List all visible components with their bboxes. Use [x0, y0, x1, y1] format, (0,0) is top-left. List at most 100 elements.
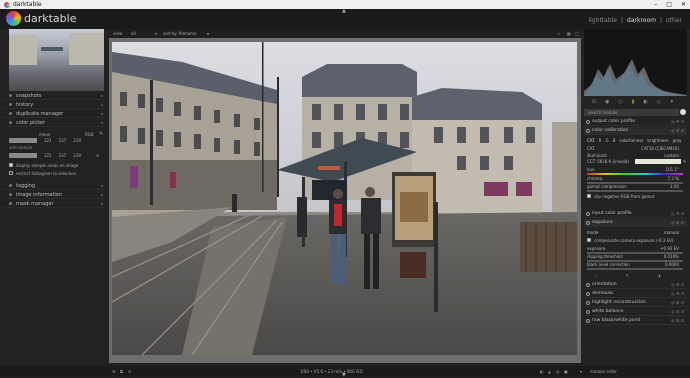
power-icon[interactable]: [586, 220, 590, 225]
compensate-option[interactable]: compensate camera exposure (-0.3 EV): [584, 238, 687, 243]
exposure-row[interactable]: exposure +0.92 EV: [584, 246, 687, 251]
collapse-top-icon[interactable]: ▲: [342, 8, 346, 14]
checkbox-icon[interactable]: [9, 171, 13, 175]
mask-off-icon[interactable]: ⬚: [594, 273, 598, 278]
tab-gray[interactable]: gray: [673, 138, 682, 143]
grid-icon[interactable]: ▦: [567, 31, 571, 36]
module-image-information[interactable]: image information ▸: [3, 191, 107, 199]
square-icon[interactable]: ▢: [575, 31, 579, 36]
module-actions-icon[interactable]: ◎ ☰ ↺: [671, 211, 684, 216]
picker-model[interactable]: RGB: [85, 132, 94, 137]
module-tagging[interactable]: tagging ▸: [3, 182, 107, 190]
module-duplicate-manager[interactable]: duplicate manager ▸: [3, 110, 107, 118]
search-toggle-icon[interactable]: [680, 109, 686, 115]
power-icon[interactable]: [586, 300, 590, 305]
color-group-icon[interactable]: ◐: [643, 99, 647, 105]
snapshot-icon[interactable]: ⧉: [120, 369, 123, 374]
module-color-picker[interactable]: color picker ▾: [3, 119, 107, 127]
module-actions-icon[interactable]: ◎ ☰ ↺: [671, 318, 684, 323]
eyedropper-icon[interactable]: ✎: [99, 131, 103, 137]
module-demosaic[interactable]: demosaic ◎ ☰ ↺: [584, 290, 687, 298]
cc-row-illuminant[interactable]: illuminant custom: [584, 153, 687, 158]
display-samples-option[interactable]: display sample areas on image: [9, 163, 78, 168]
maximize-icon[interactable]: □: [666, 0, 672, 9]
module-white-balance[interactable]: white balance ◎ ☰ ↺: [584, 308, 687, 316]
module-actions-icon[interactable]: ◎ ☰ ↺: [671, 309, 684, 314]
power-icon[interactable]: [586, 282, 590, 287]
module-order[interactable]: module order: [590, 369, 617, 374]
tab-cat[interactable]: CAT: [587, 138, 595, 143]
softproof-icon[interactable]: ◐: [540, 369, 544, 374]
picker-mode[interactable]: mean: [39, 132, 50, 137]
tab-b[interactable]: B: [613, 138, 616, 143]
cc-row-gamut[interactable]: gamut compression 1.00: [584, 184, 687, 189]
minimize-icon[interactable]: –: [654, 0, 657, 9]
checkbox-icon[interactable]: [9, 163, 13, 167]
black-level-slider[interactable]: [587, 268, 683, 270]
navigation-thumbnail[interactable]: [9, 29, 104, 91]
styles-icon[interactable]: ☰: [112, 369, 116, 374]
tab-r[interactable]: R: [599, 138, 602, 143]
close-icon[interactable]: ✕: [681, 0, 686, 9]
image-canvas[interactable]: [109, 38, 581, 363]
tone-group-icon[interactable]: ▮: [632, 99, 635, 105]
module-actions-icon[interactable]: ◎ ☰ ↺: [671, 300, 684, 305]
view-darkroom[interactable]: darkroom: [627, 17, 656, 24]
power-icon[interactable]: [586, 291, 590, 296]
tab-colorfulness[interactable]: colorfulness: [619, 138, 643, 143]
dropdown-icon[interactable]: ▾: [155, 31, 157, 36]
eyedropper-icon[interactable]: ✎: [626, 273, 629, 278]
module-highlight-reconstruction[interactable]: highlight reconstruction ◎ ☰ ↺: [584, 299, 687, 307]
restrict-histogram-option[interactable]: restrict histogram to selection: [9, 171, 76, 176]
view-filter-value[interactable]: all: [131, 31, 136, 36]
cc-row-hue[interactable]: hue 101.1°: [584, 167, 687, 172]
power-icon[interactable]: [586, 309, 590, 314]
module-actions-icon[interactable]: ◎ ☰ ↺: [671, 119, 684, 124]
tab-brightness[interactable]: brightness: [647, 138, 668, 143]
sort-value[interactable]: filename: [179, 31, 196, 36]
checkbox-icon[interactable]: [587, 238, 591, 242]
dropdown-icon[interactable]: ▾: [580, 369, 582, 374]
module-orientation[interactable]: orientation ◎ ☰ ↺: [584, 281, 687, 289]
power-icon[interactable]: [586, 128, 590, 133]
exposure-mode-row[interactable]: mode manual: [584, 230, 687, 235]
effect-group-icon[interactable]: ✦: [670, 99, 674, 105]
power-icon[interactable]: [586, 318, 590, 323]
active-modules-icon[interactable]: ◉: [605, 99, 609, 105]
darkroom-photo[interactable]: [112, 42, 577, 355]
module-exposure[interactable]: exposure ◎ ☰ ↺: [584, 219, 687, 227]
search-module-input[interactable]: search module: [584, 109, 679, 116]
gamut-slider[interactable]: [587, 190, 683, 192]
blend-icon[interactable]: ◑: [657, 273, 661, 278]
duplicate-icon[interactable]: ⊡: [128, 369, 131, 374]
power-icon[interactable]: [586, 211, 590, 216]
clipping-row[interactable]: clipping threshold 0.010%: [584, 254, 687, 259]
module-snapshots[interactable]: snapshots ▸: [3, 92, 107, 100]
module-mask-manager[interactable]: mask manager ▸: [3, 200, 107, 208]
clip-negative-option[interactable]: clip negative RGB from gamut: [584, 194, 687, 199]
module-actions-icon[interactable]: ◎ ☰ ↺: [671, 282, 684, 287]
base-group-icon[interactable]: ○: [618, 99, 622, 105]
black-level-row[interactable]: black level correction 0.0000: [584, 262, 687, 267]
module-raw-black-white-point[interactable]: raw black/white point ◎ ☰ ↺: [584, 317, 687, 325]
collapse-bottom-icon[interactable]: ▼: [342, 372, 346, 378]
module-color-calibration[interactable]: color calibration ◎ ☰ ↺: [584, 127, 687, 135]
color-assessment-icon[interactable]: ▣: [564, 369, 568, 374]
module-actions-icon[interactable]: ◎ ☰ ↺: [671, 291, 684, 296]
dropdown-icon[interactable]: ▾: [207, 31, 209, 36]
module-actions-icon[interactable]: ◎ ☰ ↺: [671, 128, 684, 133]
view-other[interactable]: other: [666, 17, 682, 24]
cc-row-chroma[interactable]: chroma 7.3 %: [584, 176, 687, 181]
hue-slider[interactable]: [587, 173, 683, 175]
eyedropper-icon[interactable]: ✎: [683, 159, 686, 164]
correct-group-icon[interactable]: ◇: [657, 99, 661, 105]
remove-sample-icon[interactable]: ✕: [96, 153, 99, 158]
power-icon[interactable]: ⏻: [592, 99, 596, 105]
power-icon[interactable]: [586, 119, 590, 124]
module-output-color-profile[interactable]: output color profile ◎ ☰ ↺: [584, 118, 687, 126]
module-input-color-profile[interactable]: input color profile ◎ ☰ ↺: [584, 210, 687, 218]
checkbox-icon[interactable]: [587, 194, 591, 198]
add-sample-label[interactable]: add sample: [9, 145, 32, 150]
gamut-check-icon[interactable]: ◭: [548, 369, 551, 374]
module-actions-icon[interactable]: ◎ ☰ ↺: [671, 220, 684, 225]
